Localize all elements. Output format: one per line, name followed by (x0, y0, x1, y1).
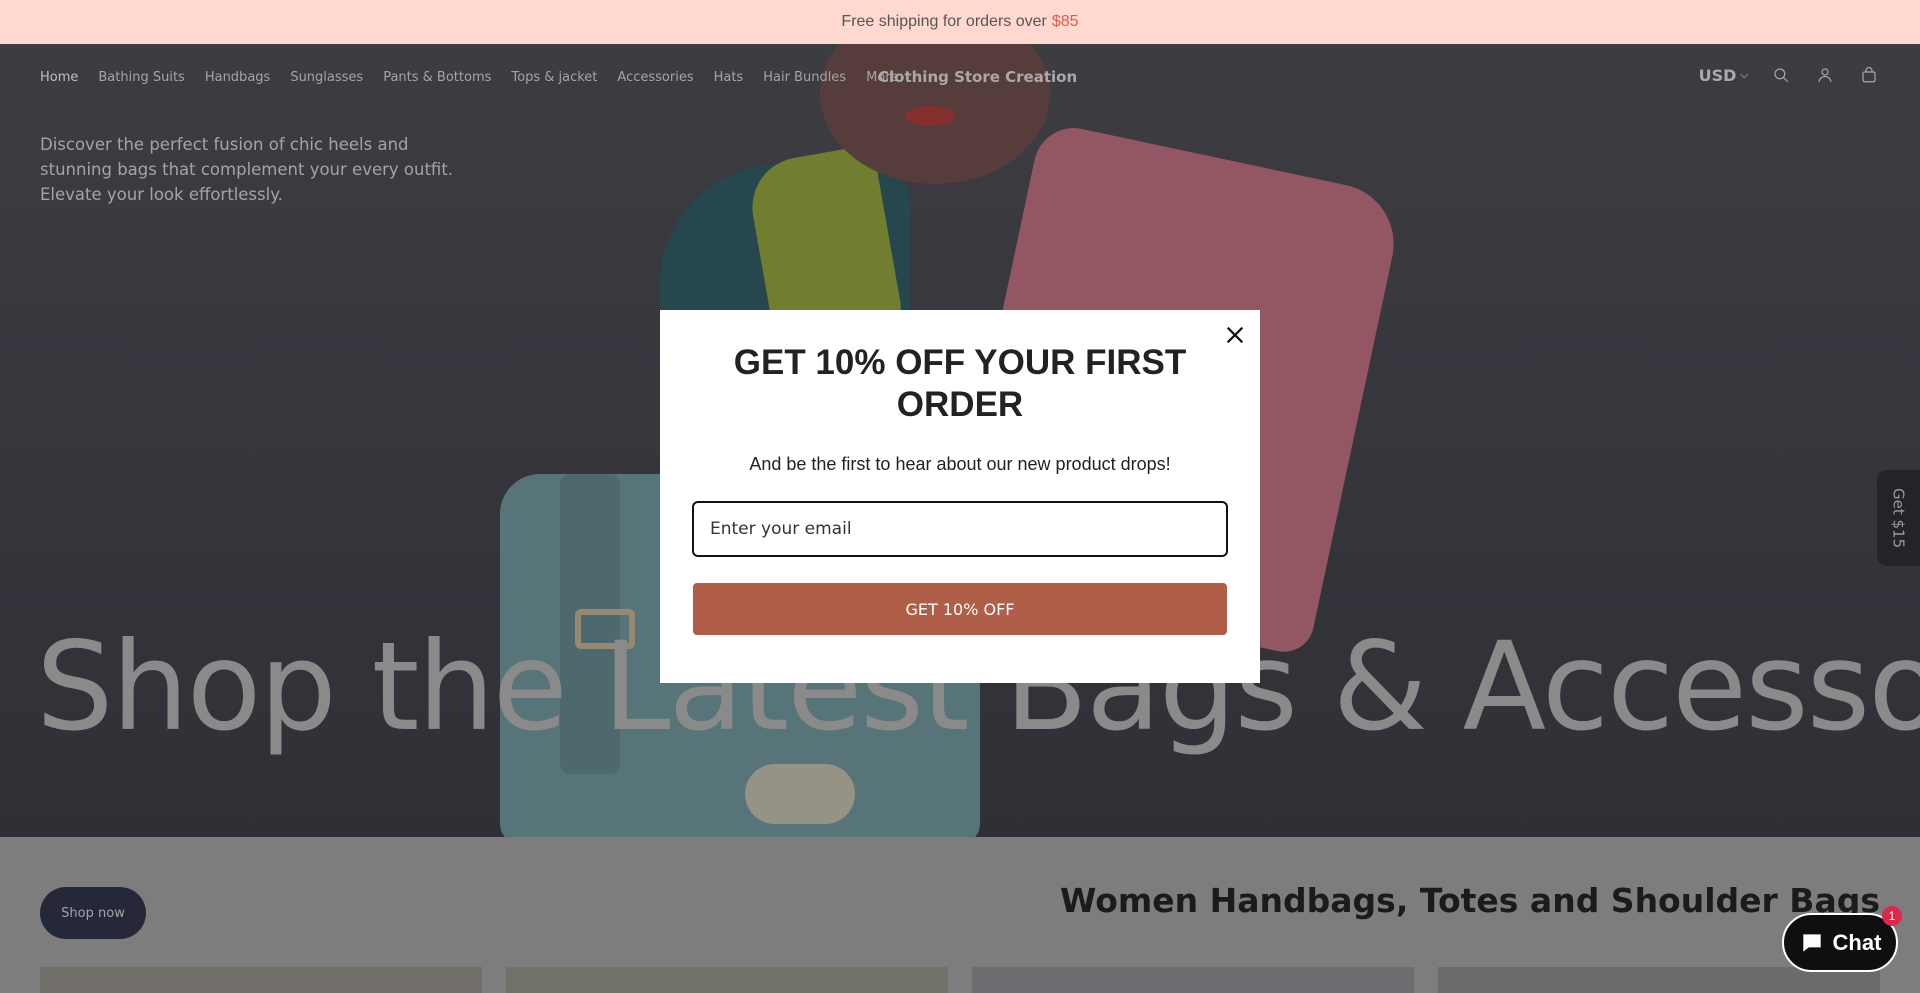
announcement-text: Free shipping for orders over (841, 13, 1047, 30)
popup-subtitle: And be the first to hear about our new p… (749, 454, 1171, 474)
chat-icon (1802, 933, 1821, 952)
chat-notification-badge: 1 (1882, 906, 1902, 926)
announcement-price: $85 (1051, 13, 1079, 30)
popup-title: GET 10% OFF YOUR FIRST ORDER (733, 343, 1187, 424)
discount-popup: GET 10% OFF YOUR FIRST ORDER And be the … (660, 310, 1260, 683)
get-discount-button[interactable]: GET 10% OFF (693, 583, 1227, 635)
email-field[interactable] (692, 501, 1228, 557)
chat-label: Chat (1832, 929, 1882, 955)
chat-button[interactable]: Chat (1782, 913, 1898, 972)
close-icon[interactable] (1222, 322, 1248, 348)
announcement-bar: Free shipping for orders over $85 (0, 0, 1920, 44)
